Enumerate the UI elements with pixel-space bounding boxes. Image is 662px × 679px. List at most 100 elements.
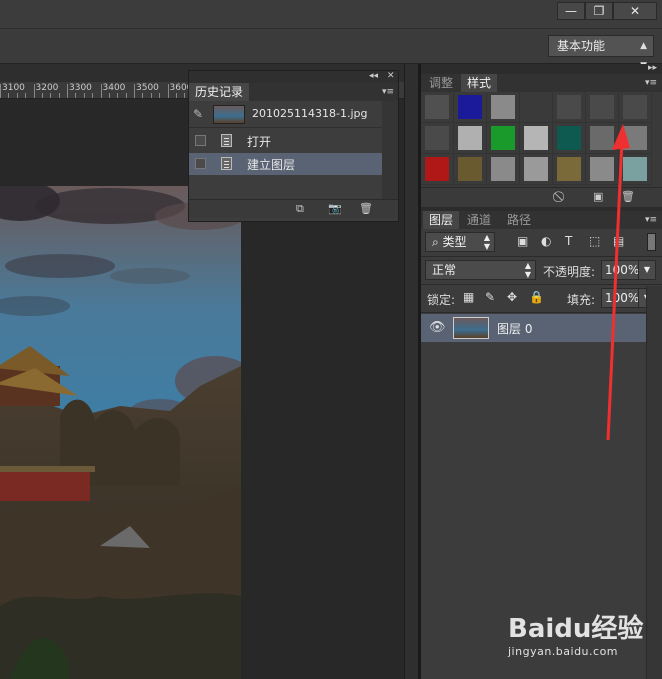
ruler-minor-tick [159, 93, 161, 98]
eye-icon[interactable]: 👁 [429, 320, 446, 335]
style-swatch[interactable] [487, 154, 520, 185]
document-icon [221, 157, 232, 170]
style-swatch-fill [557, 157, 581, 181]
panel-menu-icon[interactable]: ▾≡ [645, 215, 657, 225]
style-swatch-fill [458, 157, 482, 181]
tab-layers[interactable]: 图层 [423, 211, 460, 229]
tab-paths[interactable]: 路径 [501, 211, 537, 229]
history-checkbox[interactable] [195, 158, 206, 169]
style-swatch-fill [590, 95, 614, 119]
chevron-updown-icon: ▲▼ [524, 261, 531, 279]
adjustment-filter-icon[interactable]: ◐ [541, 234, 551, 248]
canvas-vertical-scrollbar[interactable] [404, 64, 419, 679]
style-swatch-fill [557, 95, 581, 119]
ruler-minor-tick [25, 93, 27, 98]
ruler-minor-tick [142, 93, 144, 98]
restore-button[interactable]: ❐ [585, 2, 613, 20]
layers-scrollbar[interactable] [646, 286, 662, 679]
layer-thumbnail [453, 317, 489, 339]
ruler-tick-label: 3500 [136, 83, 159, 93]
style-swatch-fill [524, 126, 548, 150]
style-swatch[interactable] [520, 92, 553, 123]
ruler-tick [134, 84, 135, 98]
layer-name[interactable]: 图层 0 [497, 320, 532, 337]
document-icon [221, 134, 232, 147]
blend-mode-value: 正常 [432, 263, 457, 277]
panel-menu-icon[interactable]: ▾≡ [382, 87, 394, 97]
collapse-icon[interactable]: ◂◂ [369, 71, 378, 81]
move-icon[interactable]: ✥ [507, 290, 517, 304]
ruler-tick [33, 84, 35, 98]
camera-icon[interactable]: 📷 [328, 202, 342, 215]
ruler-minor-tick [108, 93, 110, 98]
history-checkbox[interactable] [195, 135, 206, 146]
style-swatch-fill [623, 95, 647, 119]
history-item-label: 建立图层 [247, 158, 296, 172]
ruler-tick [67, 84, 68, 98]
minimize-button[interactable]: — [557, 2, 585, 20]
style-swatch[interactable] [454, 92, 487, 123]
restore-icon: ❐ [593, 4, 605, 18]
history-item-label: 打开 [247, 135, 272, 149]
tab-styles[interactable]: 样式 [461, 74, 498, 92]
ruler-minor-tick [117, 93, 119, 98]
history-snapshot[interactable]: ✎ 201025114318-1.jpg [189, 102, 382, 128]
lock-icon[interactable]: 🔒 [529, 290, 544, 304]
history-brush-icon[interactable]: ✎ [193, 107, 203, 121]
canvas-image[interactable] [0, 186, 241, 679]
tab-adjustments[interactable]: 调整 [423, 74, 459, 92]
styles-panel-header[interactable]: ▸▸ [421, 63, 662, 74]
ruler-tick-label: 3300 [69, 83, 92, 93]
style-swatch[interactable] [553, 154, 586, 185]
style-swatch[interactable] [421, 92, 454, 123]
history-item[interactable]: 建立图层 [189, 153, 382, 175]
styles-tab-row: 调整 样式 ▾≡ [421, 74, 662, 92]
close-window-button[interactable]: ✕ [613, 2, 657, 20]
style-swatch[interactable] [421, 123, 454, 154]
style-swatch[interactable] [487, 92, 520, 123]
workspace-switcher[interactable]: 基本功能 ▲▼ [548, 35, 654, 71]
style-swatch-fill [491, 157, 515, 181]
ruler-tick-label: 3200 [35, 83, 59, 93]
style-swatch[interactable] [487, 123, 520, 154]
style-swatch[interactable] [421, 154, 454, 185]
watermark-url: jingyan.baidu.com [508, 645, 619, 658]
collapse-icon[interactable]: ▸▸ [648, 63, 657, 73]
lock-transparency-icon[interactable]: ▦ [463, 290, 474, 304]
style-swatch[interactable] [454, 154, 487, 185]
layer-filter-select[interactable]: ⌕ 类型 ▲ ▼ [425, 232, 495, 252]
ruler-minor-tick [184, 93, 186, 98]
style-swatch-fill [524, 157, 548, 181]
style-swatch[interactable] [520, 154, 553, 185]
history-panel-header[interactable]: ◂◂ ✕ [189, 71, 398, 83]
chevron-down-icon[interactable]: ▼ [638, 261, 655, 279]
style-swatch-fill [557, 126, 581, 150]
tab-history[interactable]: 历史记录 [189, 83, 250, 101]
trash-icon[interactable]: 🗑 [359, 202, 373, 215]
minimize-icon: — [565, 4, 577, 18]
style-swatch[interactable] [520, 123, 553, 154]
blend-mode-select[interactable]: 正常 ▲ ▼ [425, 260, 536, 280]
history-bottom-bar: ⧉ 📷 🗑 [189, 199, 398, 218]
ruler-minor-tick [175, 93, 177, 98]
new-document-from-state-icon[interactable]: ⧉ [296, 202, 304, 216]
history-scrollbar[interactable] [382, 101, 398, 199]
tab-channels[interactable]: 通道 [461, 211, 497, 229]
brush-icon[interactable]: ✎ [485, 290, 495, 304]
style-swatch[interactable] [553, 123, 586, 154]
style-swatch[interactable] [553, 92, 586, 123]
type-filter-icon[interactable]: T [565, 234, 572, 248]
style-swatch-fill [425, 95, 449, 119]
history-item[interactable]: 打开 [189, 130, 382, 152]
style-swatch[interactable] [454, 123, 487, 154]
panel-menu-icon[interactable]: ▾≡ [645, 78, 657, 88]
opacity-label: 不透明度: [543, 265, 596, 279]
image-filter-icon[interactable]: ▣ [517, 234, 528, 248]
snapshot-name: 201025114318-1.jpg [252, 107, 368, 120]
search-icon: ⌕ [432, 235, 443, 249]
filter-toggle[interactable] [647, 233, 656, 251]
close-icon[interactable]: ✕ [387, 71, 395, 81]
photo-graphic [0, 186, 241, 679]
ruler-tick-label: 3400 [102, 83, 126, 93]
ruler-minor-tick [16, 93, 18, 98]
